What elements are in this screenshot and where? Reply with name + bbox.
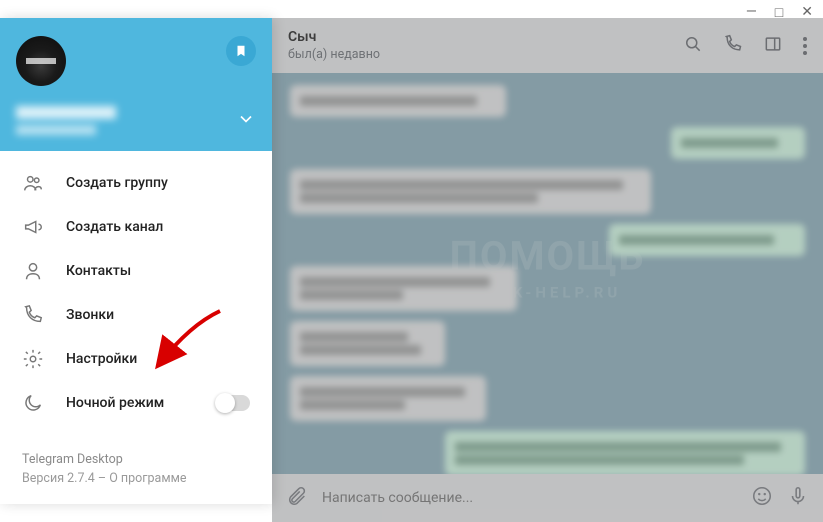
menu-label: Настройки [66,351,137,367]
chat-area: Сыч был(а) недавно ПОМОЩЬ GEEK-HELP.RU [272,18,823,522]
message-out[interactable] [445,431,806,474]
user-avatar[interactable] [16,36,66,86]
message-out[interactable] [671,127,805,159]
window-minimize-button[interactable]: — [742,2,761,23]
search-button[interactable] [683,34,703,58]
drawer-footer: Telegram Desktop Версия 2.7.4 – О програ… [0,435,272,505]
account-expand-button[interactable] [236,109,256,133]
menu-item-new-channel[interactable]: Создать канал [0,205,272,249]
group-icon [22,172,44,194]
chat-title: Сыч [288,29,671,45]
chat-header[interactable]: Сыч был(а) недавно [272,18,823,73]
search-icon [683,34,703,54]
smile-icon [751,485,773,507]
menu-label: Ночной режим [66,395,164,411]
menu-item-night-mode[interactable]: Ночной режим [0,381,272,425]
menu-item-new-group[interactable]: Создать группу [0,161,272,205]
contact-icon [22,260,44,282]
app-name-label: Telegram Desktop [22,451,250,470]
voice-button[interactable] [787,485,809,511]
emoji-button[interactable] [751,485,773,511]
message-in[interactable] [290,376,486,421]
window-close-button[interactable]: ✕ [797,2,817,23]
chat-subtitle: был(а) недавно [288,47,671,62]
panel-icon [763,34,783,54]
bookmark-icon [234,44,248,58]
menu-item-settings[interactable]: Настройки [0,337,272,381]
message-in[interactable] [290,321,445,366]
messages-list[interactable]: ПОМОЩЬ GEEK-HELP.RU [272,73,823,474]
window-maximize-button[interactable]: □ [771,2,787,23]
paperclip-icon [286,485,308,507]
night-mode-toggle[interactable] [216,395,250,411]
megaphone-icon [22,216,44,238]
moon-icon [22,392,44,414]
menu-label: Создать канал [66,219,163,235]
message-in[interactable] [290,169,651,214]
chevron-down-icon [236,109,256,129]
message-in[interactable] [290,266,517,311]
more-button[interactable] [803,37,807,55]
drawer-menu: Создать группу Создать канал Контакты Зв… [0,151,272,435]
menu-label: Создать группу [66,175,168,191]
main-menu-drawer: Создать группу Создать канал Контакты Зв… [0,18,272,504]
menu-item-calls[interactable]: Звонки [0,293,272,337]
window-controls: — □ ✕ [742,2,817,23]
attach-button[interactable] [286,485,308,511]
call-button[interactable] [723,34,743,58]
mic-icon [787,485,809,507]
phone-icon [723,34,743,54]
message-in[interactable] [290,85,506,117]
user-name-block [16,106,116,135]
saved-messages-button[interactable] [226,36,256,66]
message-out[interactable] [609,224,805,256]
phone-icon [22,304,44,326]
version-label[interactable]: Версия 2.7.4 – О программе [22,470,250,489]
menu-item-contacts[interactable]: Контакты [0,249,272,293]
sidepanel-button[interactable] [763,34,783,58]
message-input[interactable] [322,490,737,506]
drawer-header [0,18,272,151]
gear-icon [22,348,44,370]
menu-label: Звонки [66,307,114,323]
message-input-bar [272,474,823,522]
menu-label: Контакты [66,263,131,279]
